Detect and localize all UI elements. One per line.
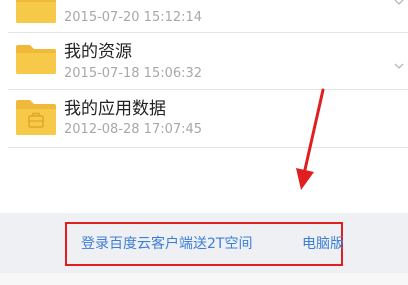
annotation-arrow — [290, 88, 330, 193]
app-folder-icon — [14, 98, 58, 135]
pc-version-link[interactable]: 电脑版 — [302, 233, 344, 253]
list-item[interactable]: 我的资源 2015-07-18 15:06:32 — [0, 33, 408, 91]
screen: 2015-07-20 15:12:14 我的资源 2015-07-18 15:0… — [0, 0, 408, 285]
file-date: 2015-07-18 15:06:32 — [64, 66, 203, 81]
file-list: 2015-07-20 15:12:14 我的资源 2015-07-18 15:0… — [0, 0, 408, 212]
list-item[interactable]: 我的应用数据 2012-08-28 17:07:45 — [0, 90, 408, 148]
folder-icon — [14, 0, 58, 24]
login-client-link[interactable]: 登录百度云客户端送2T空间 — [81, 233, 252, 253]
chevron-down-icon[interactable] — [394, 0, 404, 5]
chevron-down-icon[interactable] — [394, 56, 404, 69]
list-item[interactable]: 2015-07-20 15:12:14 — [0, 0, 408, 32]
divider — [8, 147, 408, 148]
folder-icon — [14, 43, 58, 75]
file-name: 我的资源 — [64, 42, 132, 62]
file-date: 2015-07-20 15:12:14 — [64, 10, 203, 25]
file-date: 2012-08-28 17:07:45 — [64, 122, 203, 137]
file-name: 我的应用数据 — [64, 99, 166, 119]
bottom-edge — [0, 273, 408, 285]
